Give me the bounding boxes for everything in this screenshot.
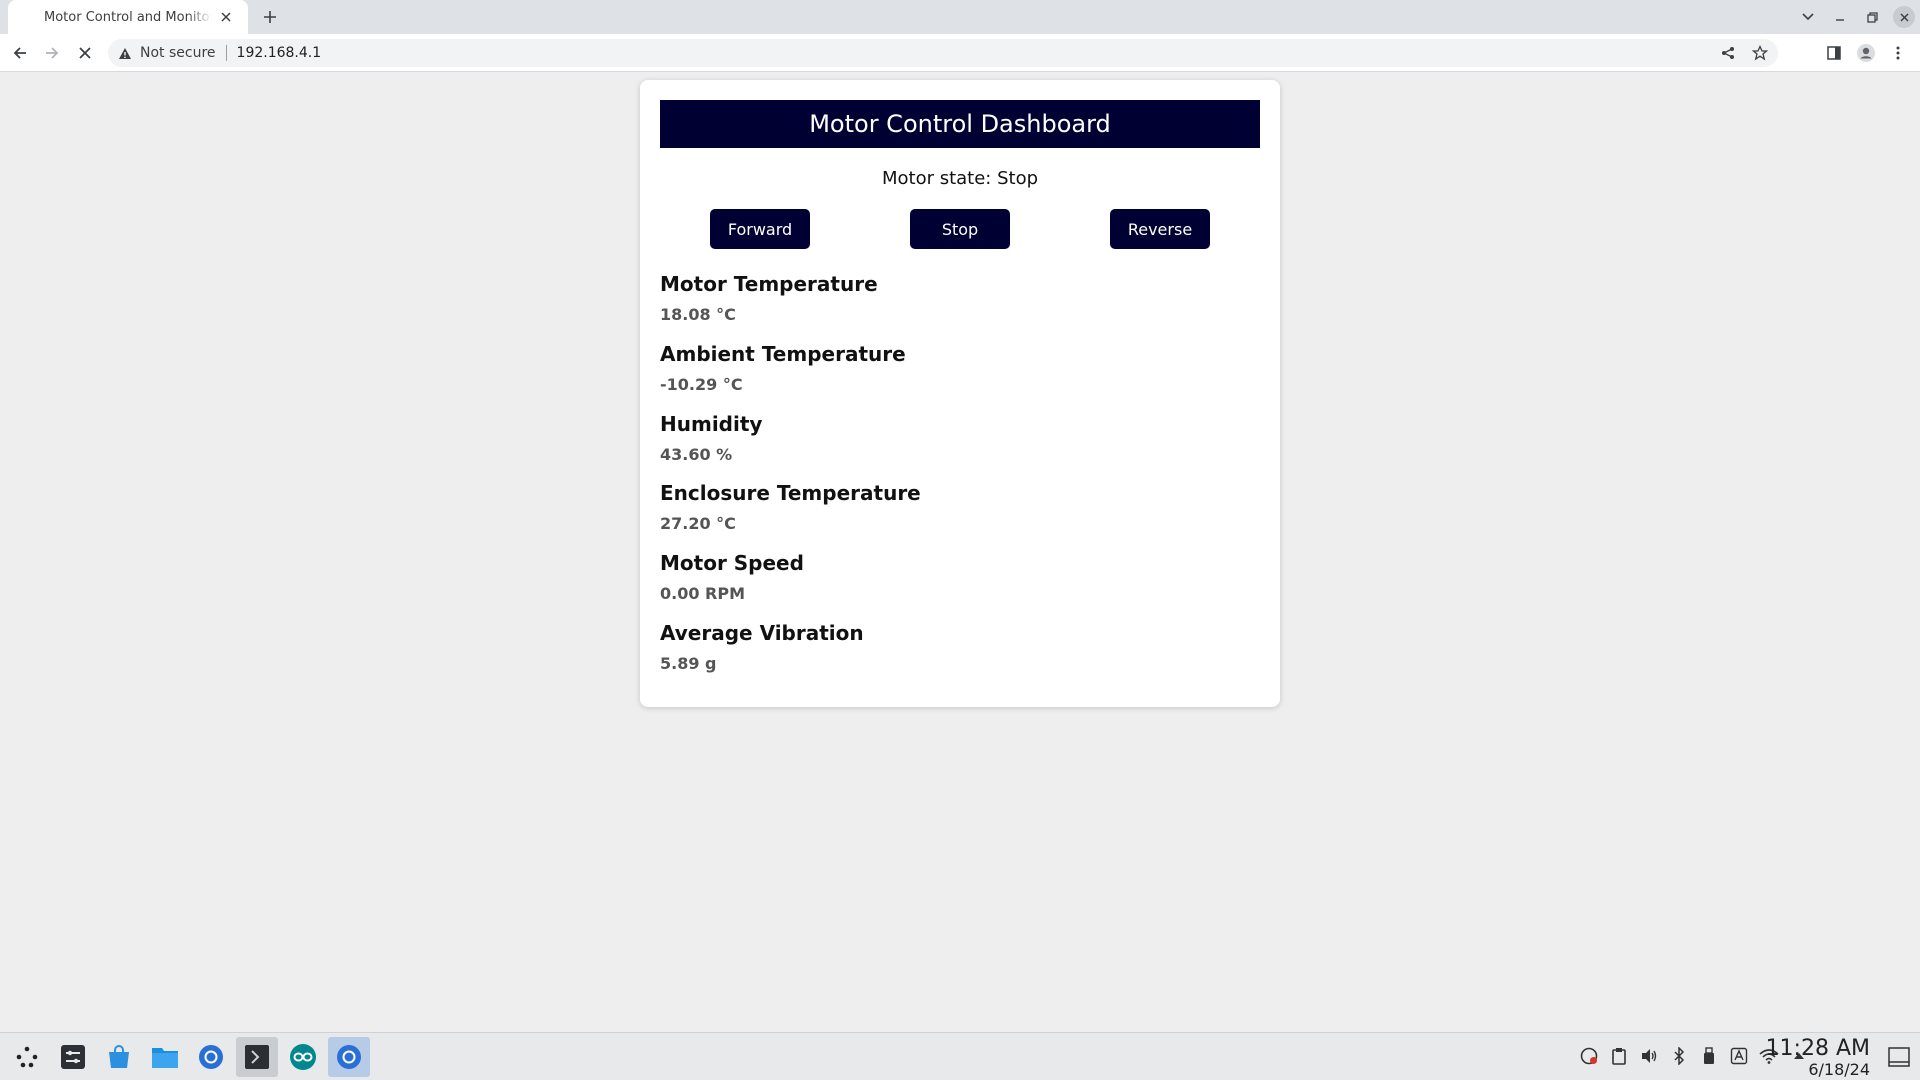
tab-title: Motor Control and Monitoring [44, 9, 212, 25]
share-icon[interactable] [1712, 41, 1744, 65]
metric-motor-speed: Motor Speed 0.00 RPM [660, 550, 1260, 620]
metric-value: 27.20 °C [660, 514, 736, 534]
volume-icon[interactable] [1638, 1045, 1660, 1067]
chromium-active-icon[interactable] [328, 1037, 370, 1077]
forward-nav-icon[interactable] [40, 41, 64, 65]
bookmark-star-icon[interactable] [1744, 41, 1776, 65]
taskbar-apps [6, 1037, 370, 1077]
stop-loading-icon[interactable] [73, 41, 97, 65]
forward-button[interactable]: Forward [710, 209, 810, 249]
address-bar[interactable]: Not secure 192.168.4.1 [108, 39, 1778, 67]
address-divider [225, 45, 227, 61]
metric-ambient-temperature: Ambient Temperature -10.29 °C [660, 341, 1260, 411]
metric-average-vibration: Average Vibration 5.89 g [660, 620, 1260, 690]
terminal-icon[interactable] [236, 1037, 278, 1077]
motor-state-text: Motor state: Stop [881, 168, 1039, 189]
page-title: Motor Control Dashboard [809, 110, 1111, 138]
profile-avatar-icon[interactable] [1850, 41, 1882, 65]
show-desktop-icon[interactable] [1886, 1045, 1912, 1069]
browser-tab[interactable]: Motor Control and Monitoring [8, 0, 248, 34]
metric-title: Average Vibration [660, 620, 864, 645]
side-panel-icon[interactable] [1818, 41, 1850, 65]
taskbar: 11:28 AM 6/18/24 [0, 1032, 1920, 1080]
usb-device-icon[interactable] [1698, 1045, 1720, 1067]
clock-date: 6/18/24 [1808, 1060, 1870, 1079]
metrics-list: Motor Temperature 18.08 °C Ambient Tempe… [660, 271, 1260, 690]
metric-humidity: Humidity 43.60 % [660, 411, 1260, 481]
bluetooth-icon[interactable] [1668, 1045, 1690, 1067]
metric-title: Motor Temperature [660, 272, 878, 296]
tab-close-icon[interactable] [216, 7, 236, 27]
metric-value: 43.60 % [660, 444, 733, 464]
browser-toolbar: Not secure 192.168.4.1 [0, 34, 1920, 72]
metric-value: -10.29 °C [660, 374, 743, 394]
page-viewport: Motor Control Dashboard Motor state: Sto… [0, 72, 1920, 1032]
chromium-icon[interactable] [190, 1037, 232, 1077]
discover-store-icon[interactable] [98, 1037, 140, 1077]
back-icon[interactable] [8, 41, 32, 65]
window-controls [1792, 0, 1920, 34]
warning-icon [118, 47, 132, 60]
arduino-ide-icon[interactable] [282, 1037, 324, 1077]
clock-time: 11:28 AM [1765, 1036, 1870, 1061]
metric-title: Ambient Temperature [660, 341, 906, 366]
minimize-icon[interactable] [1824, 0, 1856, 34]
security-label: Not secure [140, 45, 216, 61]
system-settings-icon[interactable] [52, 1037, 94, 1077]
motor-control-buttons: Forward Stop Reverse [660, 209, 1260, 249]
update-notifier-icon[interactable] [1578, 1045, 1600, 1067]
restore-icon[interactable] [1856, 0, 1888, 34]
app-launcher-icon[interactable] [6, 1037, 48, 1077]
metric-value: 18.08 °C [660, 305, 736, 324]
file-manager-icon[interactable] [144, 1037, 186, 1077]
stop-button[interactable]: Stop [910, 209, 1010, 249]
reverse-button[interactable]: Reverse [1110, 209, 1210, 249]
metric-value: 5.89 g [660, 653, 717, 673]
new-tab-icon[interactable] [258, 5, 282, 29]
browser-tab-strip: Motor Control and Monitoring [0, 0, 1920, 34]
input-method-icon[interactable] [1728, 1045, 1750, 1067]
taskbar-clock[interactable]: 11:28 AM 6/18/24 [1766, 1037, 1870, 1079]
metric-value: 0.00 RPM [660, 584, 746, 604]
window-close-icon[interactable] [1888, 0, 1920, 34]
tab-search-icon[interactable] [1792, 0, 1824, 34]
dashboard-header: Motor Control Dashboard [660, 100, 1260, 148]
security-indicator[interactable]: Not secure [118, 45, 237, 61]
metric-title: Motor Speed [660, 551, 804, 576]
more-menu-icon[interactable] [1882, 41, 1914, 65]
metric-enclosure-temperature: Enclosure Temperature 27.20 °C [660, 480, 1260, 550]
dashboard-card: Motor Control Dashboard Motor state: Sto… [640, 80, 1280, 707]
metric-title: Humidity [660, 411, 763, 436]
clipboard-icon[interactable] [1608, 1045, 1630, 1067]
metric-motor-temperature: Motor Temperature 18.08 °C [660, 271, 1260, 341]
metric-title: Enclosure Temperature [660, 481, 921, 506]
url-text[interactable]: 192.168.4.1 [237, 45, 322, 61]
